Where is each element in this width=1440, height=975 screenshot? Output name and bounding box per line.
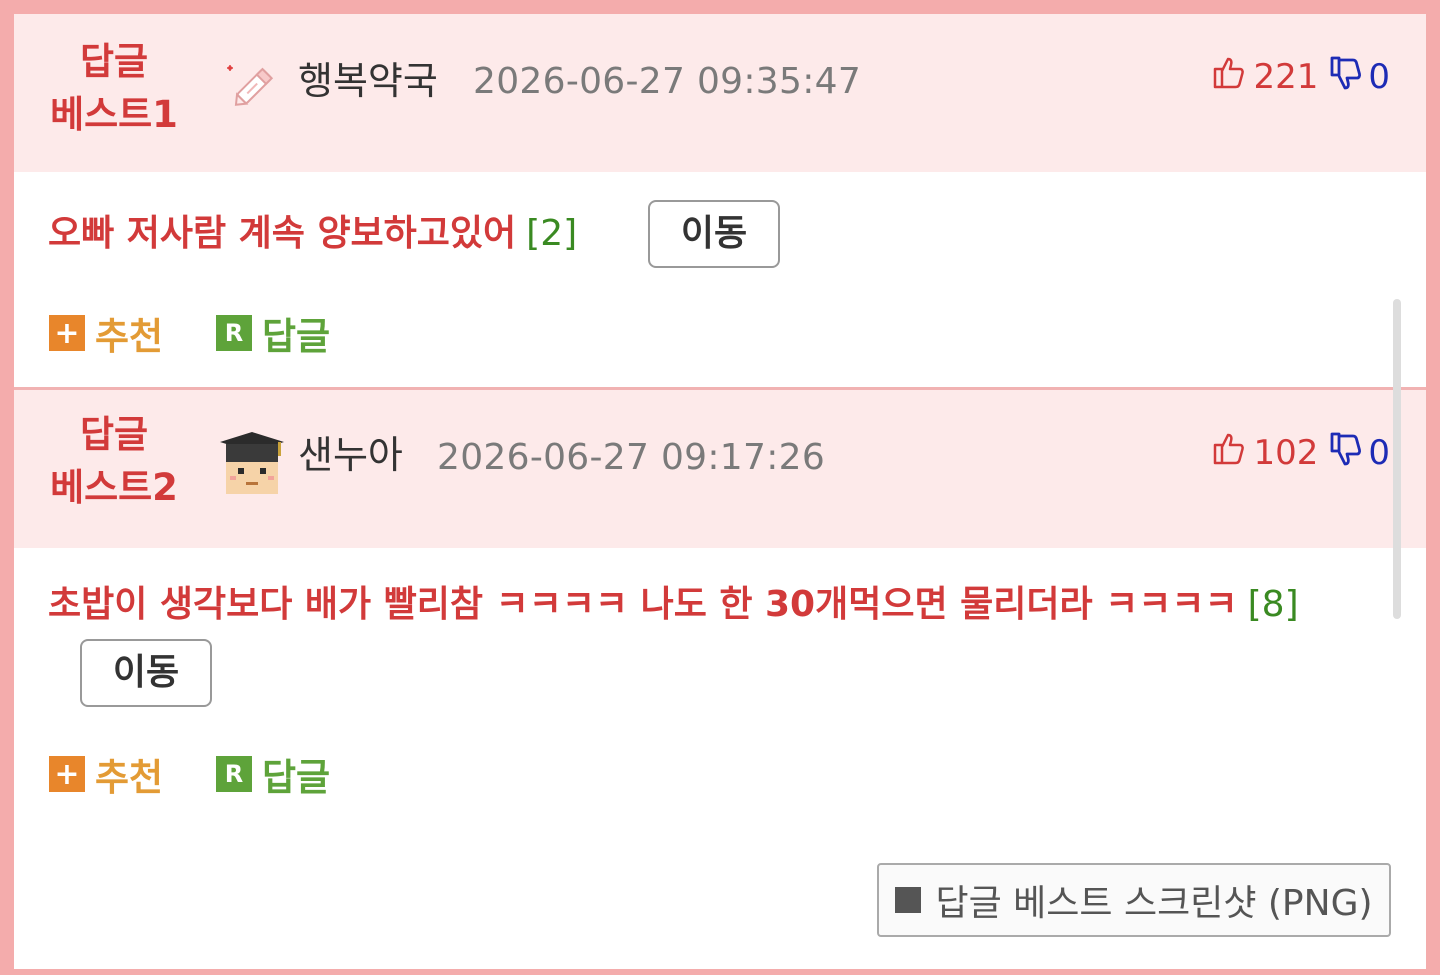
best2-badge-line1: 답글	[79, 413, 149, 456]
best1-votes: 221 0	[1211, 54, 1390, 99]
thumbs-up-icon[interactable]	[1211, 430, 1247, 475]
best2-reply-button[interactable]: R 답글	[216, 747, 330, 801]
best1-recommend-button[interactable]: + 추천	[49, 306, 163, 360]
best2-votes: 102 0	[1211, 430, 1390, 475]
scrollbar[interactable]	[1393, 299, 1401, 619]
best1-reply-count[interactable]: [2]	[526, 213, 577, 254]
best1-reply-label: 답글	[262, 315, 331, 358]
best1-reply-button[interactable]: R 답글	[216, 306, 330, 360]
pencil-icon	[224, 58, 280, 118]
best2-recommend-button[interactable]: + 추천	[49, 747, 163, 801]
best2-nickname[interactable]: 샌누아	[298, 433, 403, 477]
screenshot-button[interactable]: 답글 베스트 스크린샷 (PNG)	[877, 863, 1391, 937]
best1-header: 답글 베스트1 행복약국 2026-06-27 09:35:47 221 0	[14, 14, 1426, 172]
graduate-icon	[216, 428, 288, 504]
best1-badge-line1: 답글	[79, 40, 149, 83]
best1-badge: 답글 베스트1	[48, 35, 180, 141]
best2-datetime: 2026-06-27 09:17:26	[437, 437, 826, 478]
best2-upvote-count: 102	[1253, 432, 1319, 473]
screenshot-button-label: 답글 베스트 스크린샷 (PNG)	[935, 883, 1373, 924]
best-replies-panel: 답글 베스트1 행복약국 2026-06-27 09:35:47 221 0 오…	[14, 14, 1426, 969]
square-icon	[895, 887, 922, 913]
best2-badge-line2: 베스트2	[50, 466, 178, 509]
best2-move-button[interactable]: 이동	[80, 639, 212, 707]
best1-upvote-count: 221	[1253, 56, 1319, 97]
best1-badge-line2: 베스트1	[50, 93, 178, 136]
best1-comment: 오빠 저사람 계속 양보하고있어 [2]	[48, 211, 577, 257]
best2-recommend-label: 추천	[95, 756, 164, 799]
best2-header: 답글 베스트2 샌누아 2026-06-27 09:17:26 102 0	[14, 390, 1426, 548]
best1-comment-text: 오빠 저사람 계속 양보하고있어	[48, 213, 517, 254]
thumbs-down-icon[interactable]	[1328, 430, 1364, 475]
best2-badge: 답글 베스트2	[48, 408, 180, 514]
best1-nickname[interactable]: 행복약국	[298, 59, 438, 103]
best2-reply-label: 답글	[262, 756, 331, 799]
best1-recommend-label: 추천	[95, 315, 164, 358]
reply-r-icon: R	[216, 315, 252, 351]
best1-move-button[interactable]: 이동	[648, 200, 780, 268]
best2-reply-count[interactable]: [8]	[1248, 584, 1299, 625]
best2-comment: 초밥이 생각보다 배가 빨리참 ㅋㅋㅋㅋ 나도 한 30개먹으면 물리더라 ㅋㅋ…	[48, 582, 1299, 628]
plus-icon: +	[49, 315, 85, 351]
best1-datetime: 2026-06-27 09:35:47	[473, 61, 862, 102]
best2-downvote-count: 0	[1368, 432, 1390, 473]
best2-comment-text: 초밥이 생각보다 배가 빨리참 ㅋㅋㅋㅋ 나도 한 30개먹으면 물리더라 ㅋㅋ…	[48, 584, 1238, 625]
thumbs-up-icon[interactable]	[1211, 54, 1247, 99]
thumbs-down-icon[interactable]	[1328, 54, 1364, 99]
plus-icon: +	[49, 756, 85, 792]
reply-r-icon: R	[216, 756, 252, 792]
best1-downvote-count: 0	[1368, 56, 1390, 97]
